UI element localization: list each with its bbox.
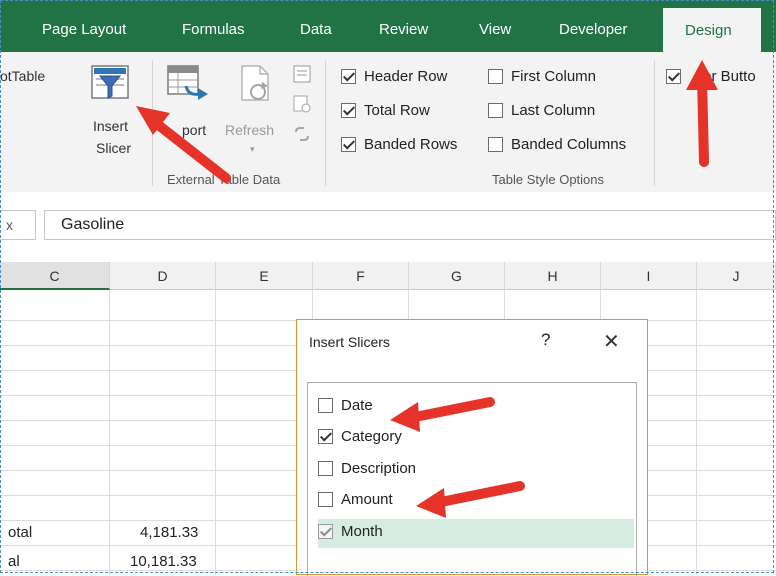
banded-rows-checkbox[interactable]: Banded Rows [341,134,457,154]
checkbox-label: First Column [511,67,597,85]
field-label: Description [341,459,417,477]
column-header-c[interactable]: C [0,262,110,290]
checkbox-box [318,491,333,507]
checkbox-box [488,136,503,152]
checkbox-box [318,523,333,539]
refresh-label[interactable]: Refresh [225,122,274,138]
column-header-e[interactable]: E [216,262,313,290]
checkbox-box [488,102,503,118]
checkbox-box [318,397,333,413]
header-row-checkbox[interactable]: Header Row [341,66,447,86]
checkbox-box [341,136,356,152]
column-header-h[interactable]: H [505,262,601,290]
slicer-field-category[interactable]: Category [318,424,402,448]
checkbox-label: ter Butto [699,67,756,85]
column-header-i[interactable]: I [601,262,697,290]
checkbox-label: Banded Rows [364,135,458,153]
checkbox-box [666,68,681,84]
field-label: Amount [341,490,393,508]
column-header-j[interactable]: J [697,262,776,290]
insert-slicers-dialog: Insert Slicers ? ✕ Date Category Descrip… [296,319,648,576]
insert-slicer-label-line2[interactable]: Slicer [96,140,131,156]
field-label: Date [341,396,373,414]
checkbox-box [341,68,356,84]
cell-total-label[interactable]: otal [8,524,32,541]
slicer-field-date[interactable]: Date [318,393,373,417]
tab-view[interactable]: View [479,0,511,52]
checkbox-box [318,428,333,444]
column-header-f[interactable]: F [313,262,409,290]
formula-input[interactable]: Gasoline [44,210,776,240]
checkbox-label: Total Row [364,101,430,119]
export-label[interactable]: port [182,122,206,138]
ribbon-separator [325,60,326,186]
ribbon-separator [654,60,655,186]
last-column-checkbox[interactable]: Last Column [488,100,595,120]
tab-developer[interactable]: Developer [559,0,627,52]
field-label: Month [341,522,383,540]
column-header-d[interactable]: D [110,262,216,290]
properties-icon[interactable] [292,64,312,84]
checkbox-label: Banded Columns [511,135,627,153]
fx-label[interactable]: x [0,210,36,240]
refresh-icon[interactable] [238,64,274,104]
formula-bar: x Gasoline [0,192,776,262]
ribbon-tab-bar: Page Layout Formulas Data Review View De… [0,0,776,60]
field-label: Category [341,427,402,445]
banded-columns-checkbox[interactable]: Banded Columns [488,134,626,154]
dialog-title: Insert Slicers [309,334,390,350]
slicer-field-description[interactable]: Description [318,456,416,480]
column-header-g[interactable]: G [409,262,505,290]
first-column-checkbox[interactable]: First Column [488,66,596,86]
checkbox-label: Header Row [364,67,448,85]
checkbox-box [488,68,503,84]
ribbon-separator [152,60,153,186]
close-button[interactable]: ✕ [603,329,620,354]
slicer-field-month[interactable]: Month [318,519,383,543]
unlink-icon[interactable] [292,124,312,144]
gridline [696,290,697,575]
checkbox-box [318,460,333,476]
export-icon[interactable] [166,64,210,102]
slicer-icon[interactable] [90,64,130,104]
refresh-dropdown-icon[interactable]: ▾ [250,144,255,155]
cell-total-value[interactable]: 4,181.33 [140,524,198,541]
ribbon-panel: otTable Insert Slicer port Refresh ▾ Ext… [0,52,776,193]
gridline [215,290,216,575]
filter-button-checkbox[interactable]: ter Butto [666,66,756,86]
help-button[interactable]: ? [541,330,550,350]
tab-data[interactable]: Data [300,0,332,52]
total-row-checkbox[interactable]: Total Row [341,100,430,120]
tab-page-layout[interactable]: Page Layout [42,0,126,52]
insert-slicer-label-line1[interactable]: Insert [93,118,128,134]
open-in-browser-icon[interactable] [292,94,312,114]
table-style-options-group-label: Table Style Options [492,172,605,187]
checkbox-box [341,102,356,118]
slicer-field-amount[interactable]: Amount [318,487,393,511]
external-table-data-group-label: External Table Data [167,172,281,187]
gridline [109,290,110,575]
slicer-field-list: Date Category Description Amount Month [307,382,637,576]
tab-formulas[interactable]: Formulas [182,0,245,52]
tab-review[interactable]: Review [379,0,428,52]
cell-grand-total-value[interactable]: 10,181.33 [130,553,197,570]
checkbox-label: Last Column [511,101,596,119]
cell-grand-total-label[interactable]: al [8,553,20,570]
pivottable-label[interactable]: otTable [0,68,45,84]
